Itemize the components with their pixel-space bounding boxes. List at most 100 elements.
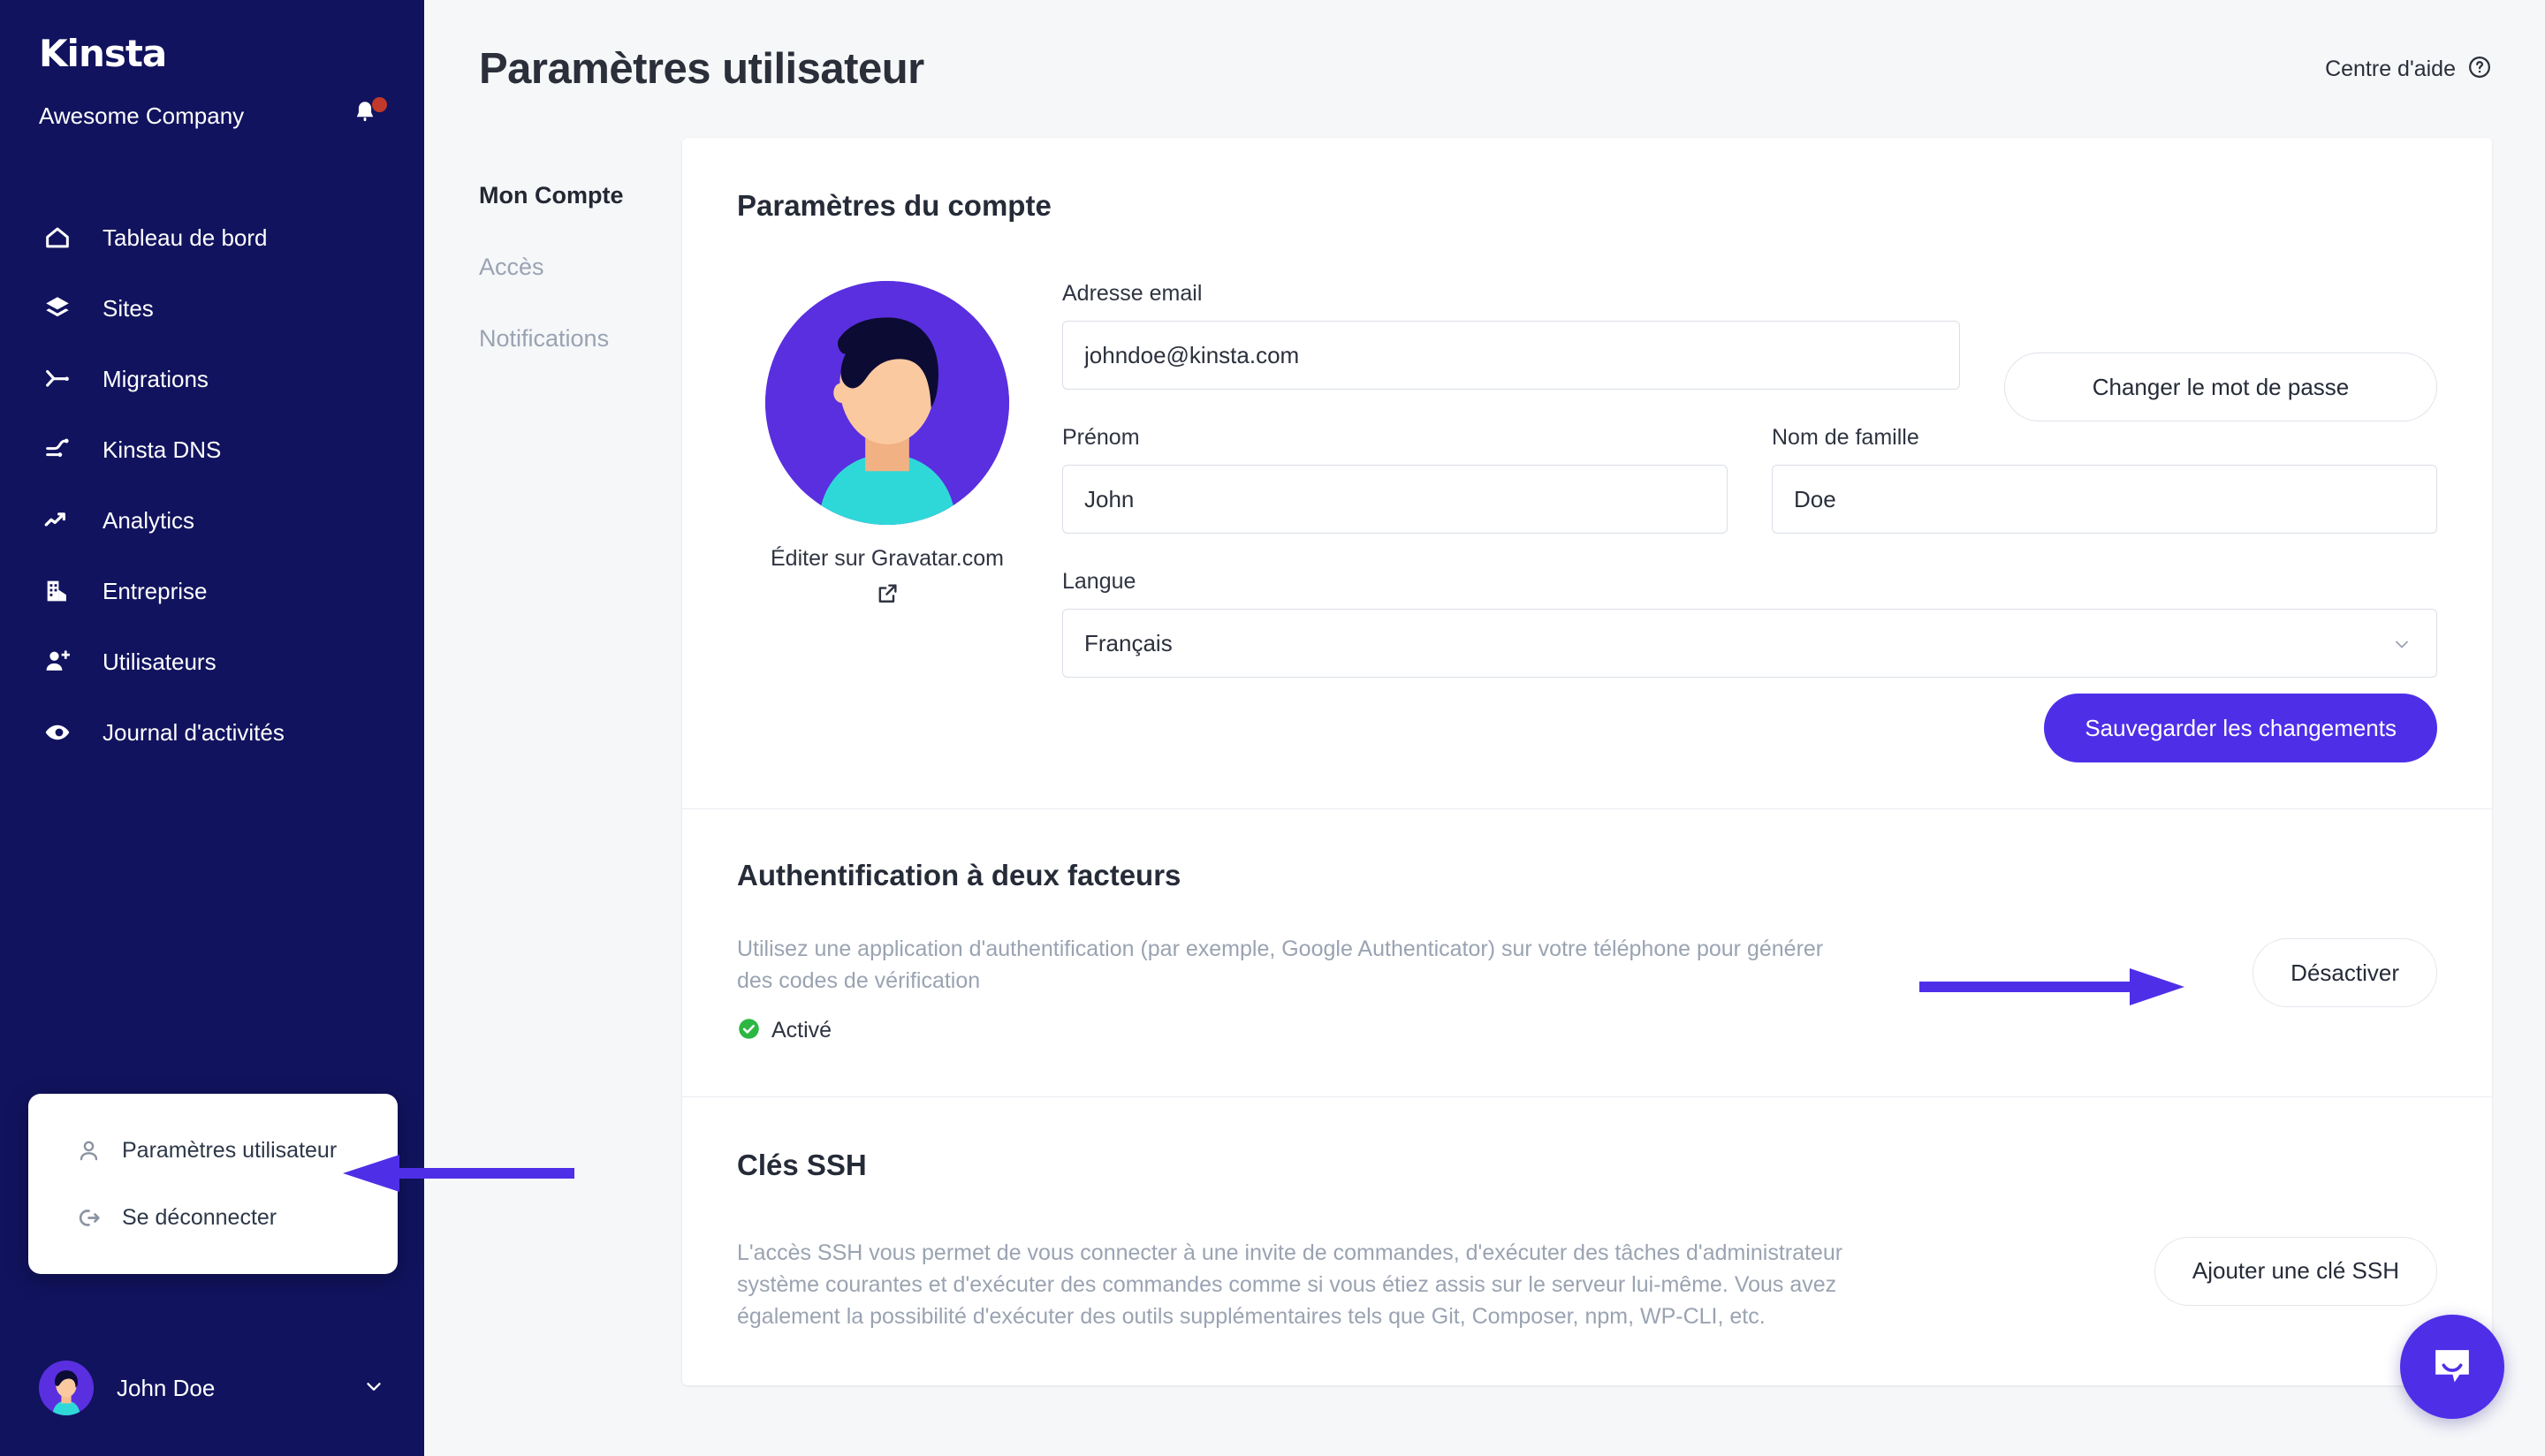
sidebar-item-analytics[interactable]: Analytics <box>0 485 424 556</box>
two-factor-body: Utilisez une application d'authentificat… <box>737 933 2437 1045</box>
email-row: Adresse email Changer le mot de passe <box>1062 281 2437 425</box>
section-subnav: Mon Compte Accès Notifications <box>479 138 682 1385</box>
chat-bubble-icon <box>2435 1350 2469 1383</box>
avatar-column: Éditer sur Gravatar.com <box>737 281 1037 762</box>
notification-dot <box>372 97 387 112</box>
tab-mon-compte[interactable]: Mon Compte <box>479 182 682 254</box>
language-select-wrap <box>1062 609 2437 678</box>
sidebar-item-label: Entreprise <box>103 577 208 604</box>
page-title: Paramètres utilisateur <box>479 45 924 93</box>
main-content: Paramètres utilisateur Centre d'aide Mon… <box>424 0 2545 1456</box>
save-row: Sauvegarder les changements <box>1062 694 2437 762</box>
sidebar-item-kinsta-dns[interactable]: Kinsta DNS <box>0 414 424 485</box>
two-factor-description: Utilisez une application d'authentificat… <box>737 937 1824 994</box>
sidebar-item-label: Migrations <box>103 365 209 392</box>
sidebar-item-entreprise[interactable]: Entreprise <box>0 556 424 626</box>
content-area: Mon Compte Accès Notifications Paramètre… <box>424 138 2545 1386</box>
menu-item-label: Se déconnecter <box>122 1204 277 1230</box>
email-label: Adresse email <box>1062 281 1203 306</box>
menu-item-parametres-utilisateur[interactable]: Paramètres utilisateur <box>28 1117 398 1184</box>
tab-notifications[interactable]: Notifications <box>479 325 682 397</box>
menu-item-label: Paramètres utilisateur <box>122 1137 338 1163</box>
sidebar-item-journal-dactivites[interactable]: Journal d'activités <box>0 697 424 768</box>
logout-icon <box>74 1203 103 1232</box>
language-label: Langue <box>1062 569 1136 594</box>
notifications-button[interactable] <box>350 97 387 133</box>
sidebar-item-label: Tableau de bord <box>103 224 268 251</box>
dns-icon <box>41 433 74 466</box>
sidebar-item-label: Analytics <box>103 506 195 534</box>
settings-card: Paramètres du compte Éditer sur Gravatar… <box>682 138 2492 1386</box>
sidebar-item-migrations[interactable]: Migrations <box>0 344 424 414</box>
sidebar-item-label: Kinsta DNS <box>103 436 222 463</box>
eye-icon <box>41 716 74 749</box>
sidebar-nav: Tableau de bord Sites Migrations Kinsta … <box>0 202 424 768</box>
language-field-group: Langue <box>1062 569 2437 678</box>
menu-item-se-deconnecter[interactable]: Se déconnecter <box>28 1184 398 1251</box>
account-form: Adresse email Changer le mot de passe Pr… <box>1037 281 2437 762</box>
status-label: Activé <box>771 1018 832 1043</box>
firstname-label: Prénom <box>1062 425 1140 450</box>
two-factor-actions: Désactiver <box>1824 933 2437 1007</box>
ssh-keys-title: Clés SSH <box>737 1148 867 1181</box>
trending-up-icon <box>41 504 74 537</box>
profile-avatar <box>765 281 1009 525</box>
sidebar-item-utilisateurs[interactable]: Utilisateurs <box>0 626 424 697</box>
ssh-keys-body: L'accès SSH vous permet de vous connecte… <box>737 1236 2437 1333</box>
gravatar-link[interactable]: Éditer sur Gravatar.com <box>771 546 1004 610</box>
external-link-icon <box>771 581 1004 610</box>
add-ssh-key-button[interactable]: Ajouter une clé SSH <box>2154 1236 2437 1306</box>
app-root: Kinsta Awesome Company Tableau de bord S… <box>0 0 2545 1456</box>
change-password-button[interactable]: Changer le mot de passe <box>2004 353 2437 421</box>
user-dropdown-menu: Paramètres utilisateur Se déconnecter <box>28 1094 398 1274</box>
organization-name: Awesome Company <box>39 102 245 129</box>
account-settings-title: Paramètres du compte <box>737 189 1052 222</box>
layers-icon <box>41 292 74 325</box>
kinsta-logo: Kinsta <box>39 32 167 75</box>
question-circle-icon <box>2467 55 2492 84</box>
tab-acces[interactable]: Accès <box>479 254 682 325</box>
save-button[interactable]: Sauvegarder les changements <box>2044 694 2437 762</box>
user-bar[interactable]: John Doe <box>0 1320 424 1456</box>
user-plus-icon <box>41 645 74 679</box>
account-settings-title-wrap: Paramètres du compte <box>737 189 2437 223</box>
account-settings-section: Paramètres du compte Éditer sur Gravatar… <box>682 138 2492 808</box>
ssh-keys-description: L'accès SSH vous permet de vous connecte… <box>737 1240 1843 1330</box>
migration-icon <box>41 362 74 396</box>
change-password-column: Changer le mot de passe <box>2004 281 2437 425</box>
sidebar-item-label: Journal d'activités <box>103 718 285 746</box>
status-badge: Activé <box>737 1017 1824 1045</box>
check-circle-icon <box>737 1017 761 1045</box>
lastname-field-group: Nom de famille <box>1772 425 2437 534</box>
gravatar-label: Éditer sur Gravatar.com <box>771 546 1004 571</box>
intercom-launcher[interactable] <box>2400 1315 2504 1419</box>
sidebar-item-tableau-de-bord[interactable]: Tableau de bord <box>0 202 424 273</box>
name-row: Prénom Nom de famille <box>1062 425 2437 569</box>
two-factor-section: Authentification à deux facteurs Utilise… <box>682 809 2492 1096</box>
avatar <box>39 1361 94 1415</box>
firstname-field-group: Prénom <box>1062 425 1728 534</box>
sidebar-item-label: Sites <box>103 294 154 322</box>
brand: Kinsta <box>0 0 424 75</box>
firstname-field[interactable] <box>1062 465 1728 534</box>
email-field-group: Adresse email <box>1062 281 1960 390</box>
building-icon <box>41 574 74 608</box>
organization-row: Awesome Company <box>0 75 424 133</box>
chevron-down-icon <box>362 1375 385 1402</box>
user-bar-name: John Doe <box>117 1374 216 1401</box>
help-center-link[interactable]: Centre d'aide <box>2325 55 2492 84</box>
two-factor-text: Utilisez une application d'authentificat… <box>737 933 1824 1045</box>
two-factor-title: Authentification à deux facteurs <box>737 859 1181 891</box>
help-center-label: Centre d'aide <box>2325 56 2456 81</box>
sidebar-item-sites[interactable]: Sites <box>0 273 424 344</box>
lastname-field[interactable] <box>1772 465 2437 534</box>
ssh-keys-text: L'accès SSH vous permet de vous connecte… <box>737 1237 1859 1333</box>
user-icon <box>74 1136 103 1164</box>
ssh-keys-section: Clés SSH L'accès SSH vous permet de vous… <box>682 1097 2492 1386</box>
disable-two-factor-button[interactable]: Désactiver <box>2253 938 2437 1007</box>
language-select[interactable] <box>1062 609 2437 678</box>
email-field[interactable] <box>1062 321 1960 390</box>
topbar: Paramètres utilisateur Centre d'aide <box>424 0 2545 138</box>
lastname-label: Nom de famille <box>1772 425 1919 450</box>
home-icon <box>41 221 74 254</box>
